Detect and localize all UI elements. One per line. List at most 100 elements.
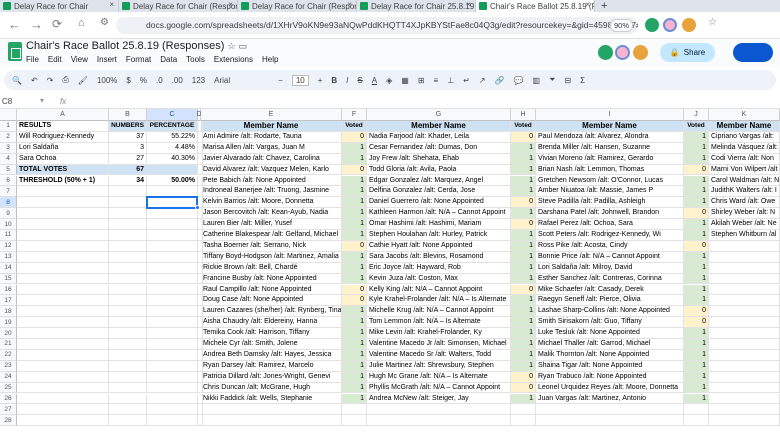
browser-tab[interactable]: Delay Race for Chair 25.8.19 × xyxy=(357,0,476,12)
member-name-cell[interactable]: Chris Ward /alt: Owe xyxy=(709,197,780,209)
empty-cell[interactable] xyxy=(342,415,367,427)
empty-cell[interactable] xyxy=(109,328,147,339)
empty-cell[interactable] xyxy=(147,262,198,274)
browser-tab[interactable]: Delay Race for Chair × xyxy=(0,0,119,12)
member-name-cell[interactable]: Jason Bercovitch /alt: Kean-Ayub, Nadia xyxy=(201,208,342,220)
empty-cell[interactable] xyxy=(109,208,147,220)
empty-cell[interactable] xyxy=(342,404,367,416)
member-name-cell[interactable]: Ross Pike /alt: Acosta, Cindy xyxy=(536,240,684,252)
member-name-cell[interactable]: Ryan Trabuco /alt: None Appointed xyxy=(536,371,684,383)
summary-number[interactable]: 27 xyxy=(109,153,147,165)
forward-arrow-icon[interactable]: → xyxy=(30,17,43,32)
member-name-cell[interactable]: Stephen Houlahan /alt: Hurley, Patrick xyxy=(367,230,511,241)
increase-decimal-button[interactable]: .00 xyxy=(172,76,183,85)
voted-cell[interactable]: 0 xyxy=(342,164,367,176)
empty-cell[interactable] xyxy=(17,339,109,350)
voted-cell[interactable]: 1 xyxy=(342,360,367,372)
name-box-dropdown-icon[interactable]: ▾ xyxy=(40,96,44,105)
member-name-cell[interactable]: Leonel Urquidez Reyes /alt: Moore, Donne… xyxy=(536,382,684,394)
column-header-e[interactable]: E xyxy=(201,109,342,121)
voted-cell[interactable]: 1 xyxy=(511,328,536,339)
member-name-cell[interactable]: Todd Gloria /alt: Avila, Paola xyxy=(367,164,511,176)
member-name-cell[interactable]: JudithK Walters /alt: I xyxy=(709,186,780,198)
paint-format-icon[interactable]: 🖌 xyxy=(78,76,88,85)
empty-cell[interactable] xyxy=(109,371,147,383)
empty-cell[interactable] xyxy=(147,328,198,339)
member-name-cell[interactable]: Temika Cook /alt: Harrison, Tiffany xyxy=(201,328,342,339)
column-header-a[interactable]: A xyxy=(17,109,109,121)
voted-cell[interactable]: 0 xyxy=(511,219,536,230)
voted-cell[interactable]: 1 xyxy=(342,251,367,263)
redo-icon[interactable]: ↷ xyxy=(47,76,54,85)
voted-cell[interactable]: 0 xyxy=(511,382,536,394)
member-name-cell[interactable]: Daniel Guerrero /alt: None Appointed xyxy=(367,197,511,209)
voted-cell[interactable]: 1 xyxy=(684,262,709,274)
member-name-cell[interactable]: Javier Alvarado /alt: Chavez, Carolina xyxy=(201,153,342,165)
text-wrap-icon[interactable]: ↵ xyxy=(463,76,470,85)
empty-cell[interactable] xyxy=(109,382,147,394)
member-name-cell[interactable]: Darshana Patel /alt: Johnwell, Brandon xyxy=(536,208,684,220)
spacer-cell[interactable] xyxy=(198,186,203,198)
empty-cell[interactable] xyxy=(147,251,198,263)
voted-cell[interactable]: 0 xyxy=(342,240,367,252)
voted-cell[interactable]: 0 xyxy=(511,371,536,383)
text-color-button[interactable]: A xyxy=(372,76,377,85)
voted-cell[interactable]: 1 xyxy=(511,142,536,154)
voted-cell[interactable]: 1 xyxy=(511,262,536,274)
search-menus-icon[interactable]: 🔍 xyxy=(12,76,22,85)
voted-cell[interactable]: 1 xyxy=(511,164,536,176)
empty-cell[interactable] xyxy=(709,295,780,307)
insert-chart-icon[interactable]: ▥ xyxy=(533,76,541,85)
spacer-cell[interactable] xyxy=(198,240,203,252)
menu-data[interactable]: Data xyxy=(160,55,177,64)
close-tab-icon[interactable]: × xyxy=(585,0,590,9)
empty-cell[interactable] xyxy=(684,404,709,416)
spacer-cell[interactable] xyxy=(198,131,203,143)
spacer-cell[interactable] xyxy=(198,219,203,230)
row-header[interactable]: 10 xyxy=(0,219,17,230)
empty-cell[interactable] xyxy=(17,284,109,296)
member-name-cell[interactable]: Delfina Gonzalez /alt: Cerda, Jose xyxy=(367,186,511,198)
profile-avatar-icon[interactable] xyxy=(663,18,677,32)
member-name-cell[interactable]: Luke Tesluk /alt: None Appointed xyxy=(536,328,684,339)
empty-cell[interactable] xyxy=(511,404,536,416)
voted-cell[interactable]: 0 xyxy=(342,131,367,143)
empty-cell[interactable] xyxy=(709,251,780,263)
voted-cell[interactable]: 1 xyxy=(684,131,709,143)
spreadsheet-grid[interactable]: A B C D E F G H I J K 1 2 3 4 5 6 7 8 9 10 11 12 13 14 15 16 17 18 19… xyxy=(0,109,780,439)
site-info-icon[interactable]: ⚙ xyxy=(100,17,109,28)
extension-icon[interactable] xyxy=(633,45,648,60)
empty-cell[interactable] xyxy=(536,404,684,416)
voted-cell[interactable]: 1 xyxy=(684,230,709,241)
member-name-cell[interactable]: Michael Thaller /alt: Garrod, Michael xyxy=(536,339,684,350)
select-all-corner[interactable] xyxy=(0,109,17,121)
font-select[interactable]: Arial xyxy=(214,76,269,85)
voted-cell[interactable]: 1 xyxy=(511,273,536,285)
member-name-cell[interactable]: Lashae Sharp-Collins /alt: None Appointe… xyxy=(536,306,684,318)
member-name-cell[interactable]: Carol Waldman /alt: N xyxy=(709,175,780,187)
new-tab-button[interactable]: + xyxy=(595,0,617,12)
summary-percent[interactable]: 4.48% xyxy=(147,142,198,154)
empty-cell[interactable] xyxy=(109,349,147,361)
empty-cell[interactable] xyxy=(147,415,198,427)
member-name-cell[interactable]: Rickie Brown /alt: Bell, Chardé xyxy=(201,262,342,274)
member-name-cell[interactable]: Smith Sirisakorn /alt: Guo, Tiffany xyxy=(536,317,684,329)
row-header[interactable]: 20 xyxy=(0,328,17,339)
empty-cell[interactable] xyxy=(147,349,198,361)
empty-cell[interactable] xyxy=(709,371,780,383)
member-name-cell[interactable]: Chris Duncan /alt: McGrane, Hugh xyxy=(201,382,342,394)
font-size-field[interactable]: 10 xyxy=(291,74,309,86)
url-field[interactable]: docs.google.com/spreadsheets/d/1XHrV9oKN… xyxy=(116,17,638,34)
empty-cell[interactable] xyxy=(17,197,109,209)
voted-cell[interactable]: 1 xyxy=(511,251,536,263)
empty-cell[interactable] xyxy=(17,273,109,285)
member-name-header[interactable]: Member Name xyxy=(536,121,684,132)
member-name-cell[interactable]: Kathleen Harmon /alt: N/A – Cannot Appoi… xyxy=(367,208,511,220)
print-icon[interactable]: ⎙ xyxy=(62,75,68,85)
summary-label[interactable]: Will Rodriguez-Kennedy xyxy=(17,131,109,143)
empty-cell[interactable] xyxy=(109,273,147,285)
row-header[interactable]: 8 xyxy=(0,197,17,209)
voted-cell[interactable]: 1 xyxy=(684,197,709,209)
member-name-cell[interactable]: Cipriano Vargas /alt: xyxy=(709,131,780,143)
doc-title[interactable]: Chair's Race Ballot 25.8.19 (Responses) … xyxy=(26,40,247,52)
